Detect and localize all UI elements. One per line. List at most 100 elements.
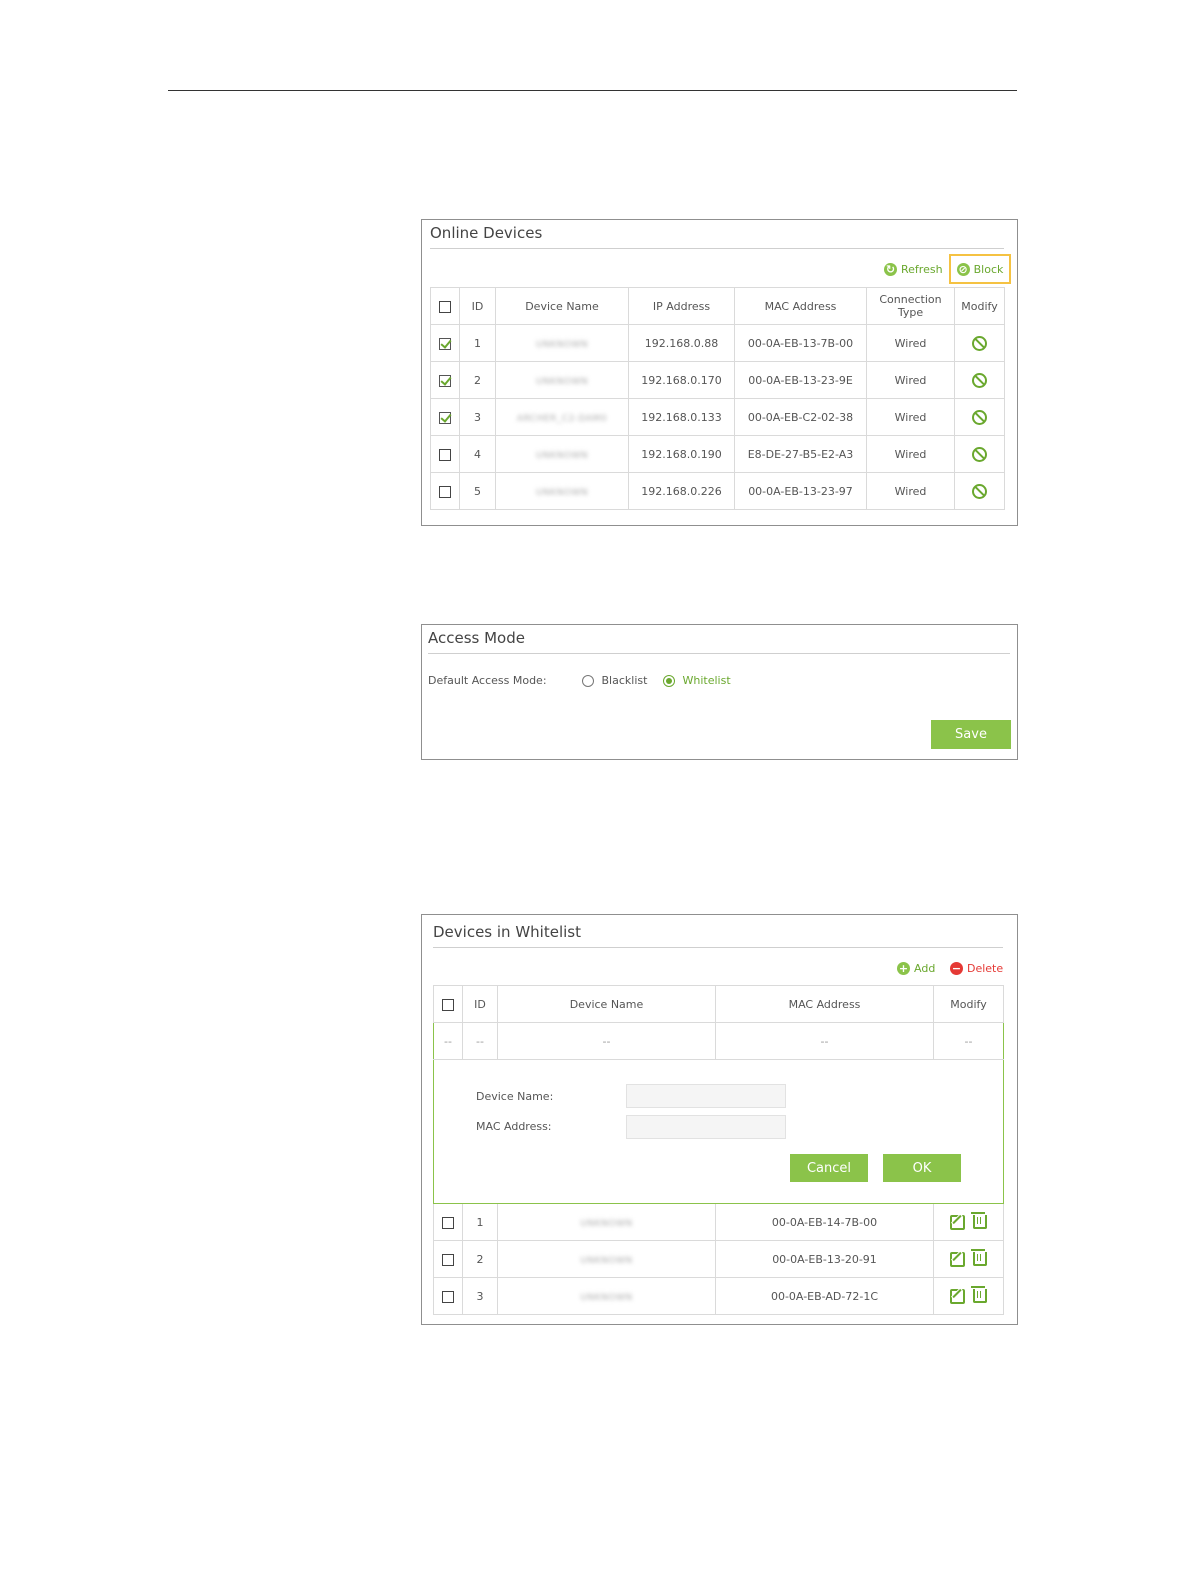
row-id: 3 bbox=[459, 398, 496, 436]
block-device-button[interactable] bbox=[954, 472, 1005, 510]
col-device-name: Device Name bbox=[495, 287, 629, 325]
row-id: 2 bbox=[459, 361, 496, 399]
edit-icon[interactable] bbox=[950, 1214, 965, 1230]
ok-button[interactable]: OK bbox=[883, 1154, 961, 1182]
block-icon bbox=[972, 483, 987, 499]
row-connection-type: Wired bbox=[866, 398, 955, 436]
placeholder-cell: -- bbox=[497, 1022, 716, 1060]
row-connection-type: Wired bbox=[866, 361, 955, 399]
row-ip: 192.168.0.133 bbox=[628, 398, 735, 436]
online-devices-table: ID Device Name IP Address MAC Address Co… bbox=[430, 287, 1005, 510]
row-connection-type: Wired bbox=[866, 435, 955, 473]
refresh-button[interactable]: ↻ Refresh bbox=[884, 263, 943, 276]
placeholder-cell: -- bbox=[462, 1022, 498, 1060]
select-all-checkbox[interactable] bbox=[430, 287, 460, 325]
select-all-checkbox[interactable] bbox=[433, 985, 463, 1023]
row-id: 5 bbox=[459, 472, 496, 510]
block-device-button[interactable] bbox=[954, 435, 1005, 473]
row-checkbox[interactable] bbox=[430, 324, 460, 362]
col-id: ID bbox=[462, 985, 498, 1023]
block-icon bbox=[972, 335, 987, 351]
delete-button[interactable]: − Delete bbox=[950, 962, 1003, 975]
table-header-row: ID Device Name IP Address MAC Address Co… bbox=[430, 287, 1005, 325]
title-divider bbox=[433, 947, 1003, 948]
row-checkbox[interactable] bbox=[430, 398, 460, 436]
row-modify bbox=[933, 1240, 1004, 1278]
editing-row: -- -- -- -- -- bbox=[433, 1022, 1004, 1060]
cancel-button[interactable]: Cancel bbox=[790, 1154, 868, 1182]
delete-label: Delete bbox=[967, 962, 1004, 975]
row-device-name: UNKNOWN bbox=[497, 1240, 716, 1278]
row-connection-type: Wired bbox=[866, 324, 955, 362]
save-button[interactable]: Save bbox=[931, 720, 1011, 749]
radio-icon bbox=[582, 675, 594, 687]
col-mac-address: MAC Address bbox=[734, 287, 867, 325]
col-id: ID bbox=[459, 287, 496, 325]
trash-icon[interactable] bbox=[971, 1249, 987, 1266]
row-checkbox[interactable] bbox=[433, 1277, 463, 1315]
row-mac: 00-0A-EB-13-23-97 bbox=[734, 472, 867, 510]
page-header-rule bbox=[168, 90, 1017, 91]
default-access-mode-label: Default Access Mode: bbox=[428, 674, 547, 687]
device-name-label: Device Name: bbox=[476, 1090, 554, 1103]
blacklist-radio[interactable]: Blacklist bbox=[582, 674, 647, 687]
placeholder-cell: -- bbox=[715, 1022, 934, 1060]
refresh-label: Refresh bbox=[901, 263, 943, 276]
whitelist-title: Devices in Whitelist bbox=[433, 923, 581, 941]
access-mode-title: Access Mode bbox=[428, 629, 525, 647]
whitelist-panel: Devices in Whitelist + Add − Delete ID D… bbox=[421, 914, 1018, 1325]
block-device-button[interactable] bbox=[954, 361, 1005, 399]
table-row: 1 UNKNOWN 00-0A-EB-14-7B-00 bbox=[433, 1203, 1004, 1241]
mac-address-input[interactable] bbox=[626, 1115, 786, 1139]
row-mac: 00-0A-EB-13-23-9E bbox=[734, 361, 867, 399]
block-icon bbox=[972, 446, 987, 462]
row-device-name: ARCHER_C2-DAM0 bbox=[495, 398, 629, 436]
row-checkbox[interactable] bbox=[430, 435, 460, 473]
row-checkbox[interactable] bbox=[433, 1240, 463, 1278]
placeholder-cell: -- bbox=[933, 1022, 1004, 1060]
device-name-input[interactable] bbox=[626, 1084, 786, 1108]
trash-icon[interactable] bbox=[971, 1286, 987, 1303]
row-id: 4 bbox=[459, 435, 496, 473]
block-device-button[interactable] bbox=[954, 398, 1005, 436]
online-devices-title: Online Devices bbox=[430, 224, 543, 242]
row-device-name: UNKNOWN bbox=[497, 1277, 716, 1315]
col-connection-type: Connection Type bbox=[866, 287, 955, 325]
col-mac-address: MAC Address bbox=[715, 985, 934, 1023]
block-icon bbox=[972, 372, 987, 388]
row-mac: 00-0A-EB-C2-02-38 bbox=[734, 398, 867, 436]
add-button[interactable]: + Add bbox=[897, 962, 935, 975]
row-modify bbox=[933, 1203, 1004, 1241]
blacklist-label: Blacklist bbox=[601, 674, 648, 687]
table-row: 2 UNKNOWN 192.168.0.170 00-0A-EB-13-23-9… bbox=[430, 361, 1005, 399]
row-id: 1 bbox=[462, 1203, 498, 1241]
row-checkbox[interactable] bbox=[433, 1203, 463, 1241]
row-connection-type: Wired bbox=[866, 472, 955, 510]
block-button[interactable]: ⊘ Block bbox=[949, 254, 1011, 284]
col-ip-address: IP Address bbox=[628, 287, 735, 325]
trash-icon[interactable] bbox=[971, 1212, 987, 1229]
row-id: 2 bbox=[462, 1240, 498, 1278]
row-checkbox[interactable] bbox=[430, 472, 460, 510]
block-icon: ⊘ bbox=[956, 262, 970, 276]
col-modify: Modify bbox=[933, 985, 1004, 1023]
row-modify bbox=[933, 1277, 1004, 1315]
row-ip: 192.168.0.88 bbox=[628, 324, 735, 362]
block-device-button[interactable] bbox=[954, 324, 1005, 362]
edit-icon[interactable] bbox=[950, 1251, 965, 1267]
whitelist-radio[interactable]: Whitelist bbox=[663, 674, 731, 687]
row-mac: 00-0A-EB-14-7B-00 bbox=[715, 1203, 934, 1241]
row-device-name: UNKNOWN bbox=[495, 361, 629, 399]
add-icon: + bbox=[897, 962, 910, 975]
row-checkbox[interactable] bbox=[430, 361, 460, 399]
mac-address-label: MAC Address: bbox=[476, 1120, 552, 1133]
access-mode-panel: Access Mode Default Access Mode: Blackli… bbox=[421, 624, 1018, 760]
row-device-name: UNKNOWN bbox=[495, 472, 629, 510]
whitelist-label: Whitelist bbox=[682, 674, 731, 687]
title-divider bbox=[428, 653, 1010, 654]
edit-icon[interactable] bbox=[950, 1288, 965, 1304]
row-mac: 00-0A-EB-AD-72-1C bbox=[715, 1277, 934, 1315]
refresh-icon: ↻ bbox=[884, 263, 897, 276]
row-ip: 192.168.0.170 bbox=[628, 361, 735, 399]
title-divider bbox=[430, 248, 1004, 249]
